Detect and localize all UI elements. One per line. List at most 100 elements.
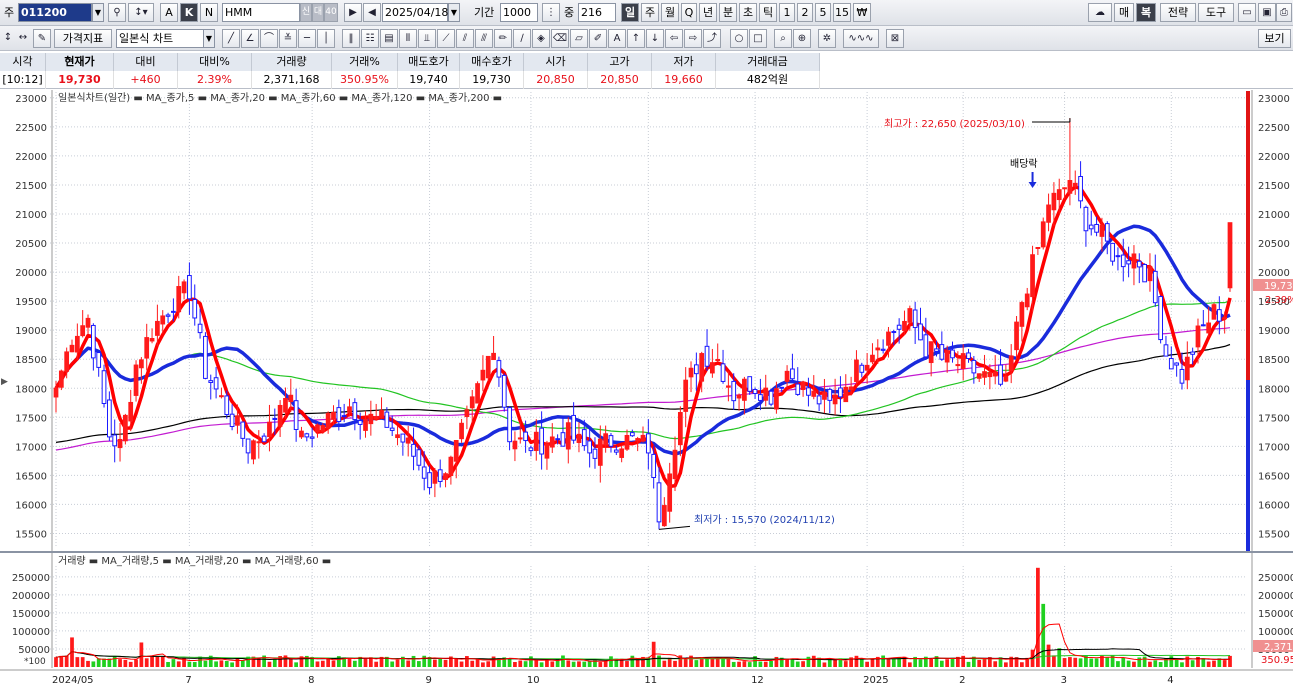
date-dropdown[interactable]: ▼: [448, 3, 460, 22]
candle-body: [523, 431, 528, 442]
volume-bar: [731, 661, 736, 667]
volume-bar: [1190, 660, 1195, 667]
horizontal-line-icon[interactable]: ─: [298, 29, 316, 48]
arrow-left-icon[interactable]: ⇦: [665, 29, 683, 48]
stock-chart[interactable]: 15500 15500 16000 16000 16500 16500 17000 17000…: [0, 89, 1293, 689]
dividend-annotation: 배당락: [1010, 158, 1038, 170]
gann-tool-icon[interactable]: ⫫: [418, 29, 436, 48]
volume-bar: [144, 658, 149, 667]
price-indicator-button[interactable]: 가격지표: [54, 29, 112, 48]
text-tool-icon[interactable]: A: [608, 29, 626, 48]
candle-body: [971, 359, 977, 374]
buy-sell-button[interactable]: 매: [1114, 3, 1134, 22]
arrow-right-icon[interactable]: ⇨: [684, 29, 702, 48]
channel-tool-icon[interactable]: ⫽: [456, 29, 474, 48]
period-5-button[interactable]: 5: [815, 3, 831, 22]
sort-icon[interactable]: ↕▾: [128, 3, 154, 22]
code-dropdown[interactable]: ▼: [92, 3, 104, 22]
view-button[interactable]: 보기: [1258, 29, 1291, 48]
period-15-button[interactable]: 15: [833, 3, 851, 22]
zoom-area-icon[interactable]: ⊕: [793, 29, 811, 48]
currency-button[interactable]: ₩: [853, 3, 871, 22]
color-tool-icon[interactable]: ◈: [532, 29, 550, 48]
period-2-button[interactable]: 2: [797, 3, 813, 22]
chart-type-select[interactable]: 일본식 차트: [116, 29, 204, 48]
candle-body: [176, 286, 182, 313]
zoom-icon[interactable]: ⌕: [774, 29, 792, 48]
eraser-tool-icon[interactable]: ⌫: [551, 29, 569, 48]
cycle-tool-icon[interactable]: ⫴: [399, 29, 417, 48]
multi-button[interactable]: 복: [1136, 3, 1156, 22]
quote-header-change-pct: 대비%: [178, 53, 252, 71]
volume-bar: [459, 661, 464, 667]
arc-tool-icon[interactable]: ⌒: [260, 29, 278, 48]
candle-body: [155, 320, 160, 336]
period-second-button[interactable]: 초: [739, 3, 757, 22]
rectangle-tool-icon[interactable]: □: [749, 29, 767, 48]
quote-header-change: 대비: [114, 53, 178, 71]
volume-bar: [417, 661, 421, 667]
stock-name-field[interactable]: HMM: [222, 3, 300, 22]
parallel-tool-icon[interactable]: ⫻: [475, 29, 493, 48]
vertical-line-icon[interactable]: │: [317, 29, 335, 48]
pencil-tool-icon[interactable]: ✏: [494, 29, 512, 48]
period-year-button[interactable]: 년: [699, 3, 717, 22]
spin-icon[interactable]: ⋮: [542, 3, 560, 22]
count-field[interactable]: 216: [578, 3, 616, 22]
line-tool-icon[interactable]: ╱: [222, 29, 240, 48]
filter-k-button[interactable]: K: [180, 3, 198, 22]
volume-bar: [166, 661, 170, 667]
period-quarter-button[interactable]: Q: [681, 3, 697, 22]
prev-icon[interactable]: ◀: [363, 3, 381, 22]
brush-tool-icon[interactable]: ∕: [513, 29, 531, 48]
trend-tool-icon[interactable]: ⟋: [437, 29, 455, 48]
folder-icon[interactable]: ▭: [1238, 3, 1256, 22]
current-volume-label: 2,371: [1264, 642, 1293, 653]
angle-tool-icon[interactable]: ∠: [241, 29, 259, 48]
collapse-left-icon[interactable]: ▶: [1, 377, 8, 387]
save-icon[interactable]: ▣: [1258, 3, 1276, 22]
volume-bar: [683, 659, 688, 667]
filter-n-button[interactable]: N: [200, 3, 218, 22]
chart-area[interactable]: 15500 15500 16000 16000 16500 16500 17000 17000…: [0, 89, 1293, 689]
x-tick-label: 12: [751, 675, 764, 686]
vertical-arrows-icon[interactable]: ↕: [2, 29, 14, 48]
period-month-button[interactable]: 월: [661, 3, 679, 22]
play-icon[interactable]: ▶: [344, 3, 362, 22]
table-tool-icon[interactable]: ▤: [380, 29, 398, 48]
cloud-icon[interactable]: ☁: [1088, 3, 1112, 22]
wave-tool-icon[interactable]: ∿∿∿: [843, 29, 879, 48]
filter-a-button[interactable]: A: [160, 3, 178, 22]
tools-button[interactable]: 도구: [1198, 3, 1234, 22]
horizontal-arrows-icon[interactable]: ↔: [14, 29, 32, 48]
volume-bar: [662, 660, 667, 667]
clear-icon[interactable]: ⊠: [886, 29, 904, 48]
arrow-up-icon[interactable]: ↑: [627, 29, 645, 48]
print-icon[interactable]: ⎙: [1276, 3, 1292, 22]
candle-body: [539, 427, 544, 455]
candle-body: [496, 360, 502, 378]
arrow-down-icon[interactable]: ↓: [646, 29, 664, 48]
circle-tool-icon[interactable]: ○: [730, 29, 748, 48]
date-field[interactable]: 2025/04/18: [382, 3, 448, 22]
edit-icon[interactable]: ✎: [33, 29, 51, 48]
chart-type-dropdown[interactable]: ▼: [203, 29, 215, 48]
candle-body: [293, 400, 299, 430]
fan-tool-icon[interactable]: ≚: [279, 29, 297, 48]
period-minute-button[interactable]: 분: [719, 3, 737, 22]
period-field[interactable]: 1000: [500, 3, 538, 22]
period-tick-button[interactable]: 틱: [759, 3, 777, 22]
ruler-tool-icon[interactable]: ▱: [570, 29, 588, 48]
settings-gear-icon[interactable]: ✲: [818, 29, 836, 48]
strategy-button[interactable]: 전략: [1160, 3, 1196, 22]
period-week-button[interactable]: 주: [641, 3, 659, 22]
period-day-button[interactable]: 일: [621, 3, 639, 22]
arrow-corner-icon[interactable]: ⤴: [703, 29, 721, 48]
price-scroll-bar-lower[interactable]: [1246, 380, 1250, 551]
search-icon[interactable]: ⚲: [108, 3, 126, 22]
bars-tool-icon[interactable]: ‖: [342, 29, 360, 48]
stock-code-input[interactable]: 011200: [18, 3, 92, 22]
note-tool-icon[interactable]: ✐: [589, 29, 607, 48]
period-1-button[interactable]: 1: [779, 3, 795, 22]
grid-tool-icon[interactable]: ☷: [361, 29, 379, 48]
